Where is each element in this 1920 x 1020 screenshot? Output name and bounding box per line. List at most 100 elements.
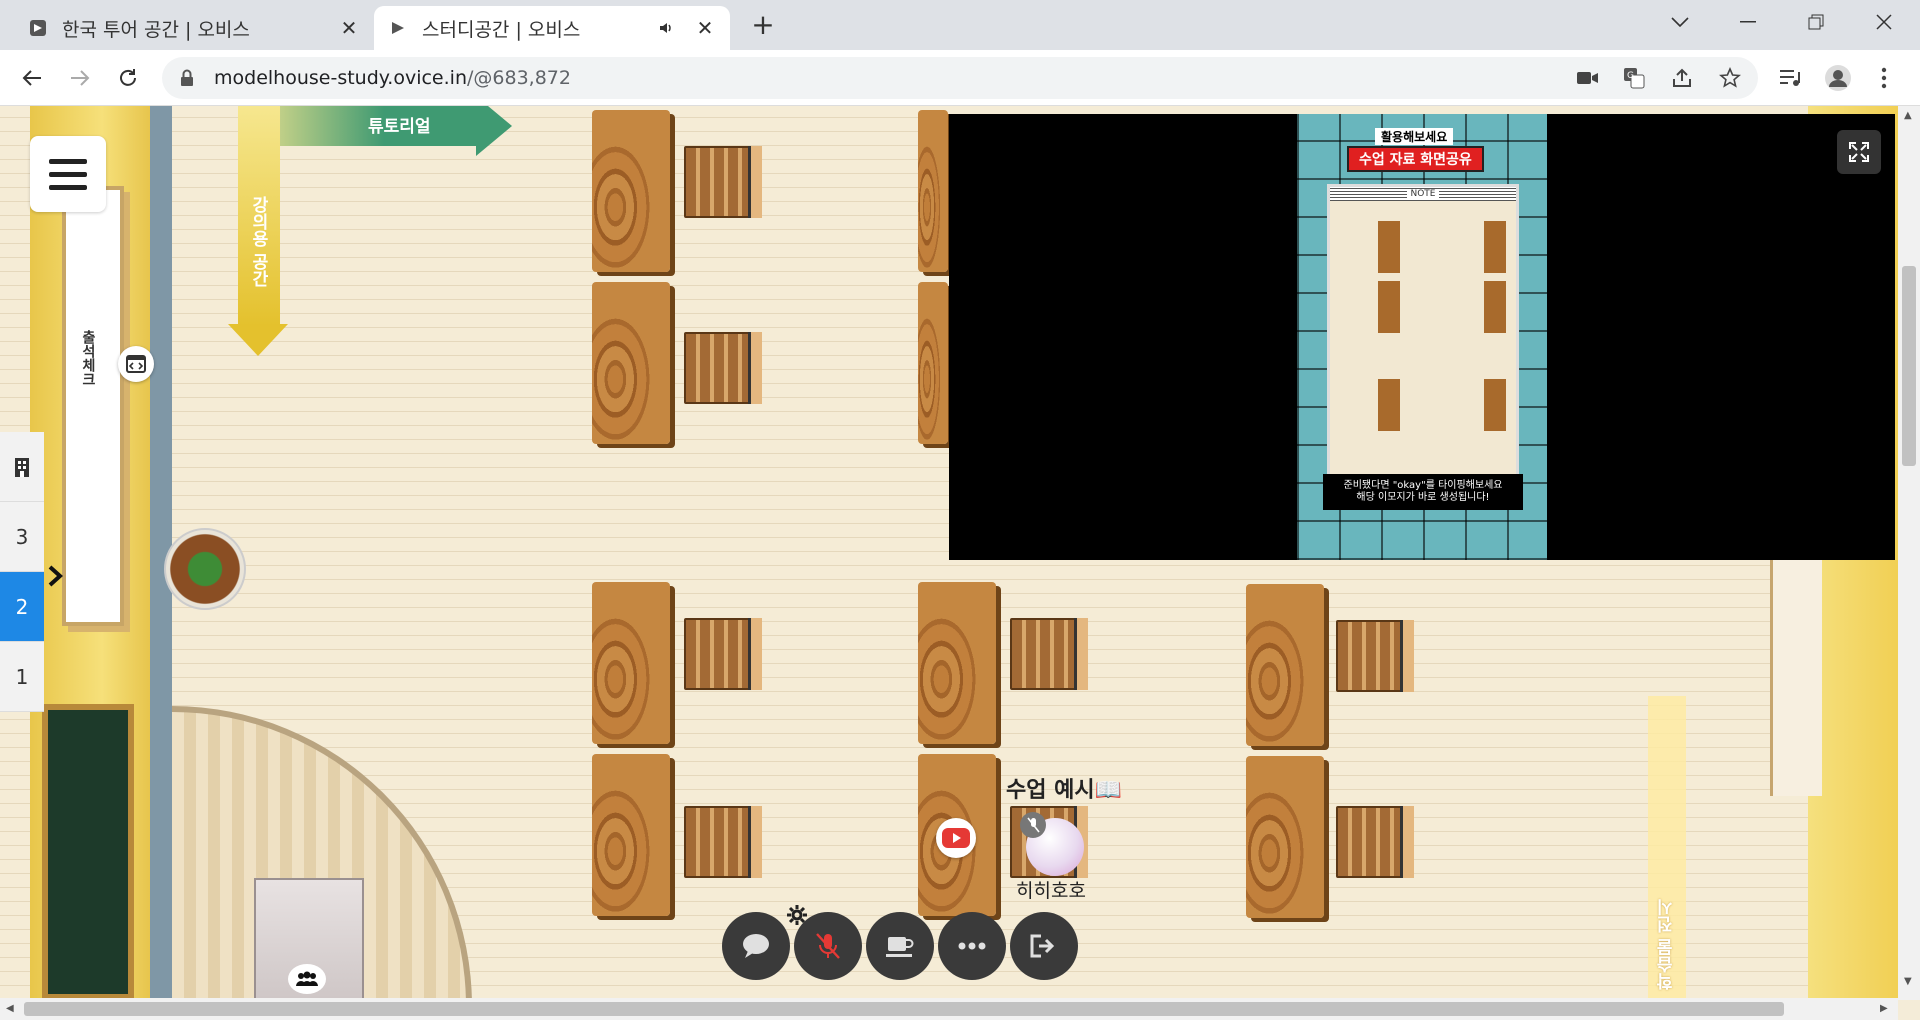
mic-toggle-button[interactable] xyxy=(794,912,862,980)
coffee-icon xyxy=(886,937,914,957)
building-icon xyxy=(0,432,44,502)
desk xyxy=(592,110,670,272)
ovice-favicon-icon xyxy=(28,18,48,38)
share-icon[interactable] xyxy=(1666,62,1698,94)
tab-title: 한국 투어 공간 | 오비스 xyxy=(62,18,250,41)
note-window: NOTE xyxy=(1327,184,1519,502)
share-subtitle: 활용해보세요 xyxy=(1375,128,1454,145)
chevron-down-icon[interactable] xyxy=(1650,0,1710,44)
menu-bar xyxy=(49,171,87,177)
caption-line: 해당 이모지가 바로 생성됩니다! xyxy=(1356,492,1490,503)
desk xyxy=(918,582,996,744)
attendance-board[interactable]: 출석체크 xyxy=(62,186,124,626)
url-text: modelhouse-study.ovice.in/@683,872 xyxy=(214,67,571,89)
tab-title: 스터디공간 | 오비스 xyxy=(422,18,581,41)
shared-screen: 활용해보세요 수업 자료 화면공유 NOTE 준비됐다면 "okay"를 타이핑… xyxy=(1297,114,1547,560)
mini-desk xyxy=(1484,379,1506,431)
lock-icon[interactable] xyxy=(180,69,200,87)
desk xyxy=(592,282,670,444)
scroll-up-icon[interactable]: ▲ xyxy=(1904,110,1912,121)
group-icon[interactable] xyxy=(288,964,326,994)
ovice-space-viewport[interactable]: 출석체크 학습물 전시 튜토리얼 강의용 공간 3 2 1 수업 예시📖 히히호… xyxy=(0,106,1920,1000)
horizontal-scrollbar[interactable]: ◀ ▶ xyxy=(0,998,1898,1020)
chevron-right-icon[interactable] xyxy=(46,564,66,588)
media-queue-icon[interactable] xyxy=(1774,62,1806,94)
away-button[interactable] xyxy=(866,912,934,980)
floor-selector: 3 2 1 xyxy=(0,432,44,712)
mic-muted-icon xyxy=(1020,812,1046,838)
kebab-menu-icon[interactable] xyxy=(1868,62,1900,94)
chair[interactable] xyxy=(1010,618,1092,690)
url-domain: modelhouse-study.ovice.in xyxy=(214,67,467,89)
close-icon[interactable] xyxy=(1854,0,1914,44)
bookmark-star-icon[interactable] xyxy=(1714,62,1746,94)
attendance-label: 출석체크 xyxy=(80,330,96,386)
floor-1-button[interactable]: 1 xyxy=(0,642,44,712)
fullscreen-expand-icon[interactable] xyxy=(1837,130,1881,174)
class-example-title: 수업 예시📖 xyxy=(1006,778,1123,803)
forward-icon[interactable] xyxy=(60,58,100,98)
camera-icon[interactable] xyxy=(1572,62,1604,94)
potted-plant xyxy=(164,528,246,610)
translate-icon[interactable]: G xyxy=(1618,62,1650,94)
share-caption: 준비됐다면 "okay"를 타이핑해보세요 해당 이모지가 바로 생성됩니다! xyxy=(1323,474,1523,510)
chat-button[interactable] xyxy=(722,912,790,980)
chair[interactable] xyxy=(1336,620,1418,692)
blackboard xyxy=(42,704,134,1000)
chat-icon xyxy=(743,934,769,958)
tab-study-space[interactable]: 스터디공간 | 오비스 ✕ xyxy=(374,6,730,50)
scroll-down-icon[interactable]: ▼ xyxy=(1904,976,1912,987)
desk xyxy=(1246,756,1324,918)
scroll-thumb[interactable] xyxy=(24,1002,1784,1016)
study-exhibit-label: 학습물 전시 xyxy=(1657,899,1677,990)
study-exhibit-area[interactable]: 학습물 전시 xyxy=(1648,696,1686,1000)
scroll-thumb[interactable] xyxy=(1902,266,1916,466)
mini-desk xyxy=(1484,281,1506,333)
restore-icon[interactable] xyxy=(1786,0,1846,44)
profile-avatar-icon[interactable] xyxy=(1822,62,1854,94)
back-icon[interactable] xyxy=(12,58,52,98)
tab-bar: 한국 투어 공간 | 오비스 ✕ 스터디공간 | 오비스 ✕ + xyxy=(0,0,1920,50)
arrow-head xyxy=(476,106,512,156)
tab-close-icon[interactable]: ✕ xyxy=(694,16,716,40)
vertical-scrollbar[interactable]: ▲ ▼ xyxy=(1898,106,1920,1000)
address-bar[interactable]: modelhouse-study.ovice.in/@683,872 xyxy=(162,57,1758,99)
tab-korea-tour[interactable]: 한국 투어 공간 | 오비스 ✕ xyxy=(14,6,374,50)
chair[interactable] xyxy=(684,146,766,218)
mini-desk xyxy=(1484,221,1506,273)
screen-share-panel[interactable]: 활용해보세요 수업 자료 화면공유 NOTE 준비됐다면 "okay"를 타이핑… xyxy=(949,114,1895,560)
desk xyxy=(918,110,948,272)
menu-bar xyxy=(49,184,87,190)
minimize-icon[interactable] xyxy=(1718,0,1778,44)
lecture-space-arrow[interactable]: 강의용 공간 xyxy=(228,106,292,356)
mini-desk xyxy=(1378,221,1400,273)
hamburger-menu-button[interactable] xyxy=(30,136,106,212)
svg-text:G: G xyxy=(1627,71,1634,81)
scroll-left-icon[interactable]: ◀ xyxy=(6,1003,14,1014)
exit-button[interactable] xyxy=(1010,912,1078,980)
floor-2-button[interactable]: 2 xyxy=(0,572,44,642)
caption-line: 준비됐다면 "okay"를 타이핑해보세요 xyxy=(1343,480,1503,491)
mic-muted-icon xyxy=(816,933,840,959)
chair[interactable] xyxy=(684,806,766,878)
speaker-icon[interactable] xyxy=(658,20,680,36)
avatar[interactable] xyxy=(1020,812,1084,876)
new-tab-button[interactable]: + xyxy=(748,10,778,40)
floor-3-button[interactable]: 3 xyxy=(0,502,44,572)
url-path: /@683,872 xyxy=(466,67,571,89)
desk xyxy=(592,754,670,916)
scroll-right-icon[interactable]: ▶ xyxy=(1880,1003,1888,1014)
lecture-space-label: 강의용 공간 xyxy=(248,196,268,287)
share-heading: 수업 자료 화면공유 xyxy=(1347,146,1484,172)
embed-code-icon[interactable] xyxy=(118,346,154,382)
desk xyxy=(592,582,670,744)
chair[interactable] xyxy=(684,618,766,690)
youtube-icon[interactable] xyxy=(936,818,976,858)
exit-icon xyxy=(1030,934,1055,958)
control-dock xyxy=(722,912,1078,982)
chair[interactable] xyxy=(1336,806,1418,878)
more-button[interactable] xyxy=(938,912,1006,980)
reload-icon[interactable] xyxy=(108,58,148,98)
chair[interactable] xyxy=(684,332,766,404)
tab-close-icon[interactable]: ✕ xyxy=(338,16,360,40)
